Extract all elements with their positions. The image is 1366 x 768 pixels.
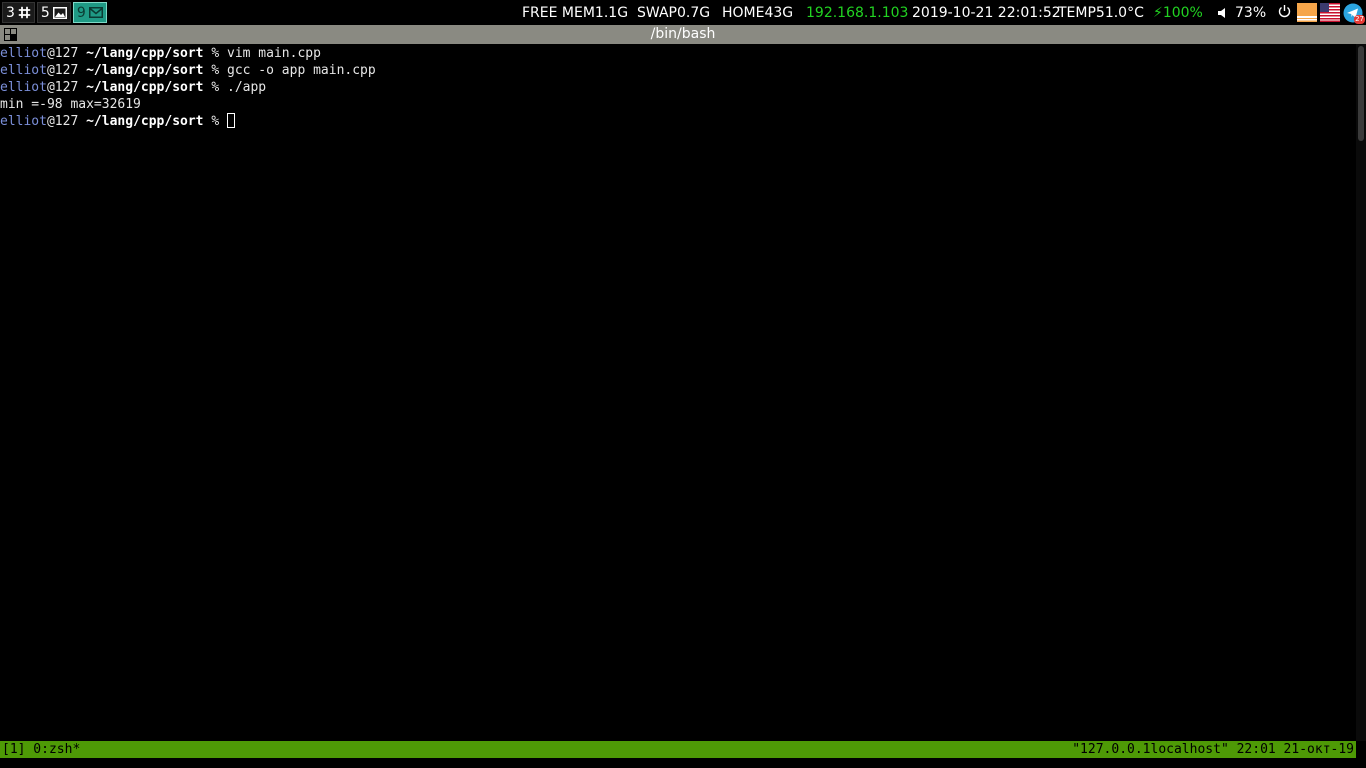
- terminal-prompt-line: elliot@127 ~/lang/cpp/sort %: [0, 113, 1356, 130]
- home-disk-indicator: HOME43G: [722, 4, 794, 21]
- datetime-indicator: 2019-10-21 22:01:52: [912, 4, 1061, 21]
- prompt-sign: %: [203, 80, 227, 95]
- volume-control[interactable]: 73%: [1217, 0, 1266, 25]
- prompt-path: ~/lang/cpp/sort: [78, 46, 204, 61]
- terminal-output-line: min =-98 max=32619: [0, 96, 1356, 113]
- prompt-path: ~/lang/cpp/sort: [78, 63, 204, 78]
- power-icon[interactable]: [1277, 4, 1292, 19]
- workspace-number: 5: [40, 4, 50, 21]
- bottom-border: [0, 758, 1366, 768]
- prompt-host: @127: [46, 63, 79, 78]
- prompt-sign: %: [203, 63, 227, 78]
- telegram-unread-badge: 27: [1354, 15, 1365, 24]
- prompt-host: @127: [46, 46, 79, 61]
- swap-indicator: SWAP0.7G: [637, 4, 711, 21]
- prompt-path: ~/lang/cpp/sort: [78, 80, 204, 95]
- output-text: min =-98 max=32619: [0, 97, 141, 112]
- prompt-user: elliot: [0, 80, 47, 95]
- workspace-number: 9: [76, 4, 86, 21]
- tmux-status-bar: [1] 0:zsh* "127.0.0.1localhost" 22:01 21…: [0, 741, 1356, 758]
- battery-indicator: ⚡100%: [1153, 4, 1203, 21]
- terminal-prompt-line: elliot@127 ~/lang/cpp/sort % vim main.cp…: [0, 45, 1356, 62]
- image-icon: [52, 6, 67, 19]
- prompt-sign: %: [203, 46, 227, 61]
- workspace-9-button[interactable]: 9: [72, 2, 107, 23]
- tmux-window-list[interactable]: [1] 0:zsh*: [2, 741, 80, 758]
- free-memory-indicator: FREE MEM1.1G: [522, 4, 629, 21]
- terminal-prompt-line: elliot@127 ~/lang/cpp/sort % ./app: [0, 79, 1356, 96]
- prompt-host: @127: [46, 80, 79, 95]
- command-text: ./app: [227, 80, 267, 95]
- scrollbar-thumb[interactable]: [1358, 46, 1364, 141]
- window-layout-icon[interactable]: [4, 28, 17, 41]
- terminal-cursor: [227, 113, 235, 128]
- workspace-5-button[interactable]: 5: [36, 2, 71, 23]
- volume-level: 73%: [1235, 4, 1267, 21]
- workspace-switcher: 3 5 9: [0, 0, 107, 25]
- window-title: /bin/bash: [650, 26, 716, 42]
- command-text: gcc -o app main.cpp: [227, 63, 376, 78]
- slack-icon: [18, 6, 31, 19]
- workspace-number: 3: [6, 4, 15, 21]
- top-panel: 3 5 9 FREE MEM1.1G SWAP0.7G HOME43G 192.…: [0, 0, 1366, 25]
- us-flag-icon[interactable]: [1320, 3, 1340, 22]
- terminal-prompt-line: elliot@127 ~/lang/cpp/sort % gcc -o app …: [0, 62, 1356, 79]
- window-titlebar[interactable]: /bin/bash: [0, 25, 1366, 44]
- prompt-sign: %: [203, 114, 227, 129]
- prompt-user: elliot: [0, 114, 47, 129]
- telegram-tray[interactable]: 27: [1343, 3, 1365, 24]
- temperature-indicator: TEMP51.0°C: [1058, 4, 1144, 21]
- command-text: vim main.cpp: [227, 46, 321, 61]
- tmux-status-right: "127.0.0.1localhost" 22:01 21-окт-19: [1072, 742, 1354, 757]
- speaker-icon: [1218, 7, 1225, 18]
- mail-icon: [88, 7, 103, 18]
- notes-app-icon[interactable]: [1297, 3, 1317, 22]
- prompt-user: elliot: [0, 63, 47, 78]
- terminal-scrollbar[interactable]: [1356, 44, 1366, 741]
- prompt-path: ~/lang/cpp/sort: [78, 114, 204, 129]
- workspace-3-button[interactable]: 3: [2, 2, 35, 23]
- prompt-user: elliot: [0, 46, 47, 61]
- prompt-host: @127: [46, 114, 79, 129]
- ip-address-indicator: 192.168.1.103: [806, 4, 909, 21]
- terminal-output[interactable]: elliot@127 ~/lang/cpp/sort % vim main.cp…: [0, 44, 1356, 742]
